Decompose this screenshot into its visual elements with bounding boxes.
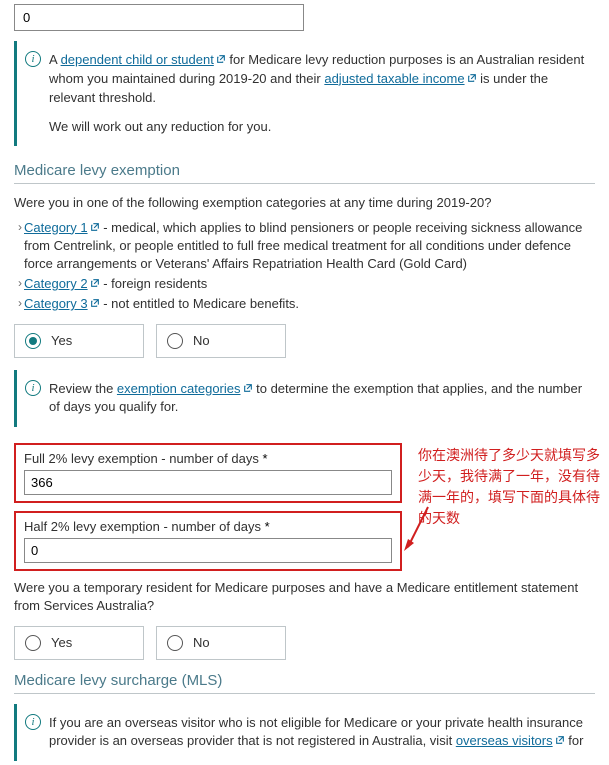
external-link-icon [216, 54, 226, 64]
info-overseas: i If you are an overseas visitor who is … [14, 704, 599, 762]
external-link-icon [90, 222, 100, 232]
info-dependent-p1: A dependent child or student for Medicar… [49, 51, 589, 108]
info-icon: i [25, 714, 41, 730]
half-exemption-label: Half 2% levy exemption - number of days … [24, 519, 392, 534]
text: A [49, 52, 61, 67]
text: for [565, 733, 584, 748]
external-link-icon [243, 383, 253, 393]
chevron-right-icon: › [18, 275, 22, 293]
category-3-desc: - not entitled to Medicare benefits. [100, 296, 299, 311]
link-category-2[interactable]: Category 2 [24, 276, 88, 291]
external-link-icon [90, 298, 100, 308]
info-dependent-p2: We will work out any reduction for you. [49, 118, 589, 137]
half-exemption-input[interactable] [24, 538, 392, 563]
section-exemption-heading: Medicare levy exemption [14, 162, 595, 184]
half-exemption-block: Half 2% levy exemption - number of days … [14, 511, 402, 571]
arrow-icon [402, 503, 432, 556]
info-dependent: i A dependent child or student for Medic… [14, 41, 599, 146]
radio-label: No [193, 635, 210, 650]
external-link-icon [555, 735, 565, 745]
exemption-question: Were you in one of the following exempti… [14, 194, 595, 212]
category-1-desc: - medical, which applies to blind pensio… [24, 220, 582, 271]
link-dependent-child[interactable]: dependent child or student [61, 52, 214, 67]
top-number-input[interactable] [14, 4, 304, 31]
temp-yesno: Yes No [14, 626, 595, 660]
category-1-row: › Category 1 - medical, which applies to… [18, 219, 595, 274]
link-adjusted-income[interactable]: adjusted taxable income [324, 71, 464, 86]
info-overseas-text: If you are an overseas visitor who is no… [49, 714, 589, 752]
link-overseas-visitors[interactable]: overseas visitors [456, 733, 553, 748]
info-icon: i [25, 380, 41, 396]
category-2-desc: - foreign residents [100, 276, 208, 291]
info-icon: i [25, 51, 41, 67]
chevron-right-icon: › [18, 219, 22, 274]
radio-label: No [193, 333, 210, 348]
radio-label: Yes [51, 635, 72, 650]
category-2-row: › Category 2 - foreign residents [18, 275, 595, 293]
annotation-text: 你在澳洲待了多少天就填写多少天，我待满了一年，没有待满一年的，填写下面的具体待的… [418, 445, 602, 529]
radio-icon [25, 333, 41, 349]
radio-icon [167, 333, 183, 349]
full-exemption-input[interactable] [24, 470, 392, 495]
radio-yes-temp[interactable]: Yes [14, 626, 144, 660]
full-exemption-block: Full 2% levy exemption - number of days … [14, 443, 402, 503]
text: Review the [49, 381, 117, 396]
link-category-1[interactable]: Category 1 [24, 220, 88, 235]
external-link-icon [90, 278, 100, 288]
radio-icon [25, 635, 41, 651]
radio-no-exemption[interactable]: No [156, 324, 286, 358]
radio-label: Yes [51, 333, 72, 348]
exemption-yesno: Yes No [14, 324, 595, 358]
info-review-text: Review the exemption categories to deter… [49, 380, 589, 418]
radio-yes-exemption[interactable]: Yes [14, 324, 144, 358]
external-link-icon [467, 73, 477, 83]
link-exemption-categories[interactable]: exemption categories [117, 381, 241, 396]
section-mls-heading: Medicare levy surcharge (MLS) [14, 672, 595, 694]
full-exemption-label: Full 2% levy exemption - number of days … [24, 451, 392, 466]
category-3-row: › Category 3 - not entitled to Medicare … [18, 295, 595, 313]
radio-no-temp[interactable]: No [156, 626, 286, 660]
info-review-categories: i Review the exemption categories to det… [14, 370, 599, 428]
radio-icon [167, 635, 183, 651]
temp-resident-question: Were you a temporary resident for Medica… [14, 579, 595, 615]
link-category-3[interactable]: Category 3 [24, 296, 88, 311]
chevron-right-icon: › [18, 295, 22, 313]
